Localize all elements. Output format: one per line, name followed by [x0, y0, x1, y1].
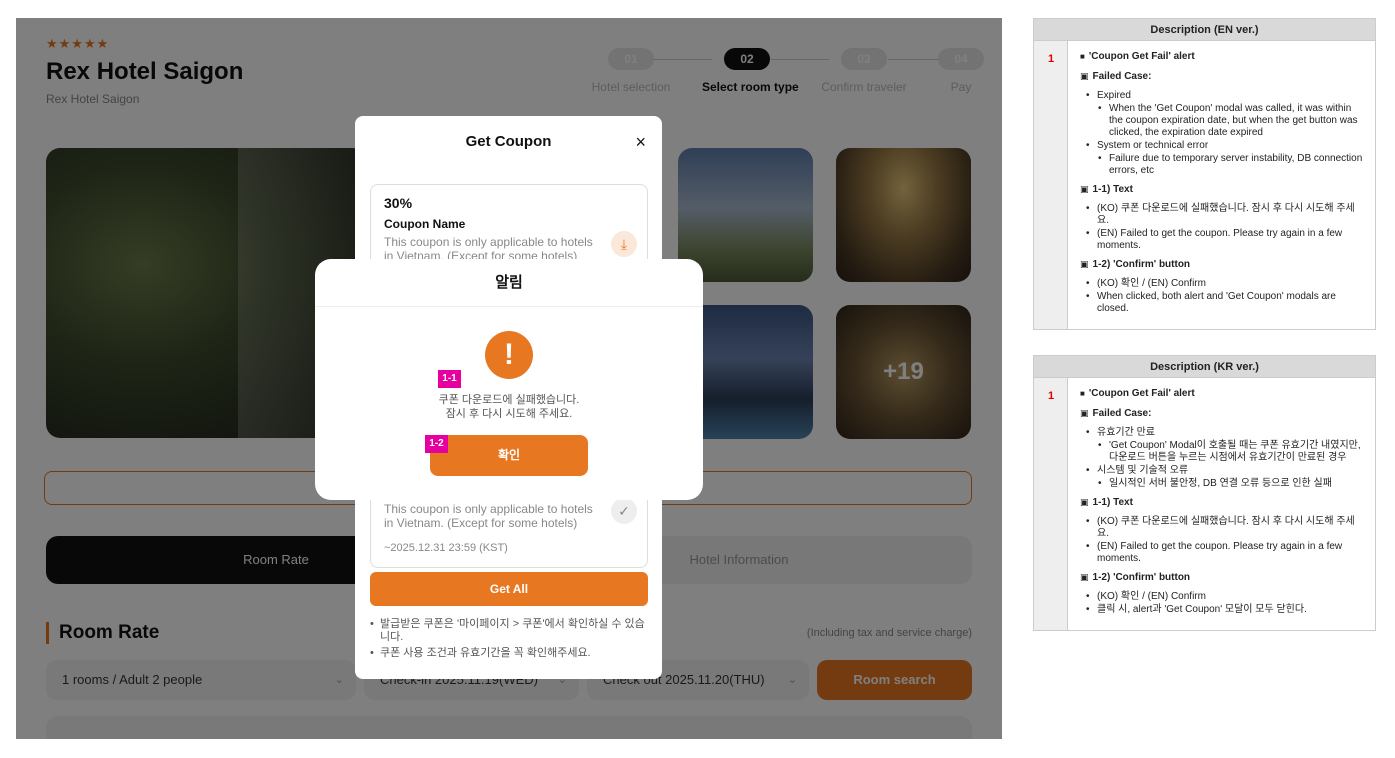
alert-message-line: 잠시 후 다시 시도해 주세요.: [445, 408, 573, 420]
desc-item: System or technical error: [1080, 140, 1365, 152]
desc-item: (EN) Failed to get the coupon. Please tr…: [1080, 228, 1365, 252]
table-header: Description (KR ver.): [1034, 356, 1375, 378]
desc-subheading: 1-1) Text: [1080, 496, 1365, 509]
desc-item: (KO) 확인 / (EN) Confirm: [1080, 591, 1365, 603]
description-table-en: Description (EN ver.) 1 'Coupon Get Fail…: [1033, 18, 1376, 330]
coupon-expiry: ~2025.12.31 23:59 (KST): [384, 542, 508, 554]
table-body: 1 'Coupon Get Fail' alert Failed Case: E…: [1034, 41, 1375, 329]
desc-item: 유효기간 만료: [1080, 427, 1365, 439]
desc-item: Expired: [1080, 90, 1365, 102]
number-column: [1034, 41, 1068, 329]
desc-subheading: 1-1) Text: [1080, 183, 1365, 196]
coupon-desc: This coupon is only applicable to hotels…: [384, 502, 593, 530]
desc-subitem: 일시적인 서버 불안정, DB 연결 오류 등으로 인한 실패: [1080, 478, 1365, 490]
desc-subheading: 1-2) 'Confirm' button: [1080, 258, 1365, 271]
table-body: 1 'Coupon Get Fail' alert Failed Case: 유…: [1034, 378, 1375, 630]
coupon-fail-alert: 알림 ! 쿠폰 다운로드에 실패했습니다. 잠시 후 다시 시도해 주세요. 확…: [315, 259, 703, 500]
annotation-tag: 1-2: [425, 435, 448, 453]
desc-item: (KO) 확인 / (EN) Confirm: [1080, 278, 1365, 290]
alert-message: 쿠폰 다운로드에 실패했습니다. 잠시 후 다시 시도해 주세요.: [315, 393, 703, 421]
desc-title: 'Coupon Get Fail' alert: [1080, 51, 1365, 63]
desc-list: 유효기간 만료 'Get Coupon' Modal이 호출될 때는 쿠폰 유효…: [1080, 427, 1365, 490]
warning-icon: !: [485, 331, 533, 379]
desc-subitem: Failure due to temporary server instabil…: [1080, 153, 1365, 177]
description-content: 'Coupon Get Fail' alert Failed Case: Exp…: [1068, 41, 1375, 329]
coupon-percent: 30%: [384, 195, 413, 211]
desc-subheading: Failed Case:: [1080, 407, 1365, 420]
desc-item: 클릭 시, alert과 'Get Coupon' 모달이 모두 닫힌다.: [1080, 604, 1365, 616]
table-header: Description (EN ver.): [1034, 19, 1375, 41]
coupon-notes: 발급받은 쿠폰은 '마이페이지 > 쿠폰'에서 확인하실 수 있습니다. 쿠폰 …: [370, 618, 650, 663]
alert-title: 알림: [315, 259, 703, 307]
desc-item: (EN) Failed to get the coupon. Please tr…: [1080, 541, 1365, 565]
confirm-button[interactable]: 확인: [430, 435, 588, 476]
desc-list: (KO) 쿠폰 다운로드에 실패했습니다. 잠시 후 다시 시도해 주세요. (…: [1080, 516, 1365, 565]
desc-item: (KO) 쿠폰 다운로드에 실패했습니다. 잠시 후 다시 시도해 주세요.: [1080, 203, 1365, 227]
coupon-name: Coupon Name: [384, 217, 466, 231]
desc-subheading: Failed Case:: [1080, 70, 1365, 83]
booking-screen: ★★★★★ Rex Hotel Saigon Rex Hotel Saigon …: [16, 18, 1002, 739]
row-number: 1: [1047, 53, 1055, 65]
description-content: 'Coupon Get Fail' alert Failed Case: 유효기…: [1068, 378, 1375, 630]
close-icon[interactable]: ×: [635, 116, 646, 168]
desc-item: When clicked, both alert and 'Get Coupon…: [1080, 291, 1365, 315]
modal-title: Get Coupon: [465, 133, 552, 150]
alert-message-line: 쿠폰 다운로드에 실패했습니다.: [438, 394, 580, 406]
note-item: 발급받은 쿠폰은 '마이페이지 > 쿠폰'에서 확인하실 수 있습니다.: [370, 618, 650, 644]
desc-subitem: When the 'Get Coupon' modal was called, …: [1080, 103, 1365, 139]
desc-item: 시스템 및 기술적 오류: [1080, 465, 1365, 477]
desc-list: Expired When the 'Get Coupon' modal was …: [1080, 90, 1365, 177]
number-column: [1034, 378, 1068, 630]
download-icon[interactable]: ⤓: [611, 231, 637, 257]
desc-title: 'Coupon Get Fail' alert: [1080, 388, 1365, 400]
desc-subitem: 'Get Coupon' Modal이 호출될 때는 쿠폰 유효기간 내였지만,…: [1080, 440, 1365, 464]
description-table-kr: Description (KR ver.) 1 'Coupon Get Fail…: [1033, 355, 1376, 631]
note-item: 쿠폰 사용 조건과 유효기간을 꼭 확인해주세요.: [370, 647, 650, 660]
desc-item: (KO) 쿠폰 다운로드에 실패했습니다. 잠시 후 다시 시도해 주세요.: [1080, 516, 1365, 540]
desc-list: (KO) 확인 / (EN) Confirm 클릭 시, alert과 'Get…: [1080, 591, 1365, 616]
desc-list: (KO) 확인 / (EN) Confirm When clicked, bot…: [1080, 278, 1365, 315]
desc-list: (KO) 쿠폰 다운로드에 실패했습니다. 잠시 후 다시 시도해 주세요. (…: [1080, 203, 1365, 252]
desc-subheading: 1-2) 'Confirm' button: [1080, 571, 1365, 584]
check-icon: ✓: [611, 498, 637, 524]
get-all-button[interactable]: Get All: [370, 572, 648, 606]
annotation-tag: 1-1: [438, 370, 461, 388]
row-number: 1: [1047, 390, 1055, 402]
